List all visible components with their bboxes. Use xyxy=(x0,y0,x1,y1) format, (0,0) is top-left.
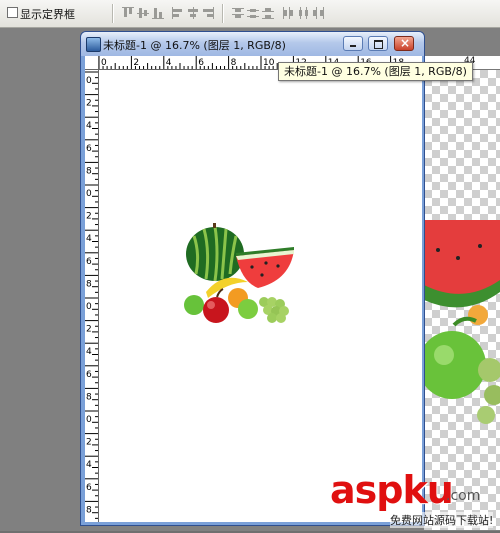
site-watermark: aspku .com 免费网站源码下载站! xyxy=(330,468,500,531)
restore-button[interactable] xyxy=(368,36,388,51)
options-bar: 显示定界框 xyxy=(0,0,500,28)
ruler-label: 4 xyxy=(86,460,92,470)
watermark-tagline: 免费网站源码下载站! xyxy=(390,512,494,528)
ruler-label: 2 xyxy=(86,99,92,109)
vertical-ruler[interactable]: 0 2 4 6 8 0 2 4 6 8 0 2 4 6 8 0 2 4 6 8 xyxy=(85,70,99,522)
document-title-tooltip: 未标题-1 @ 16.7% (图层 1, RGB/8) xyxy=(278,62,473,81)
horizontal-centers-icon[interactable] xyxy=(187,7,199,19)
ruler-label: 8 xyxy=(86,392,92,402)
ruler-label: 2 xyxy=(133,58,139,68)
ruler-label: 10 xyxy=(263,58,275,68)
document-title: 未标题-1 @ 16.7% (图层 1, RGB/8) xyxy=(103,39,286,52)
vertical-ruler-ticks: 0 2 4 6 8 0 2 4 6 8 0 2 4 6 8 0 2 4 6 8 xyxy=(85,71,98,519)
right-edges-icon[interactable] xyxy=(202,7,214,19)
ruler-label: 0 xyxy=(86,76,92,86)
document-icon xyxy=(86,37,101,52)
distribute-right-icon[interactable] xyxy=(312,7,324,19)
ruler-label: 2 xyxy=(86,212,92,222)
ruler-label: 4 xyxy=(166,58,172,68)
watermark-brand: aspku xyxy=(330,468,454,512)
ruler-label: 0 xyxy=(86,189,92,199)
distribute-bottom-icon[interactable] xyxy=(262,7,274,19)
toolbar-separator xyxy=(222,4,224,23)
ruler-label: 6 xyxy=(86,257,92,267)
close-icon: × xyxy=(400,36,411,50)
ruler-label: 0 xyxy=(86,302,92,312)
left-edges-icon[interactable] xyxy=(172,7,184,19)
document-title-bar[interactable]: 未标题-1 @ 16.7% (图层 1, RGB/8) × xyxy=(81,32,424,56)
ruler-label: 4 xyxy=(86,347,92,357)
ruler-label: 8 xyxy=(86,166,92,176)
ruler-label: 0 xyxy=(101,58,107,68)
background-document-canvas[interactable] xyxy=(418,70,500,530)
top-edges-icon[interactable] xyxy=(122,7,134,19)
toolbar-separator xyxy=(112,4,114,23)
ruler-label: 8 xyxy=(86,505,92,515)
ruler-label: 2 xyxy=(86,325,92,335)
document-canvas[interactable] xyxy=(99,70,422,522)
show-bounds-checkbox[interactable] xyxy=(7,7,18,18)
distribute-hcenter-icon[interactable] xyxy=(297,7,309,19)
minimize-button[interactable] xyxy=(343,36,363,51)
ruler-label: 6 xyxy=(86,483,92,493)
ruler-corner[interactable] xyxy=(85,56,99,70)
document-window[interactable]: 未标题-1 @ 16.7% (图层 1, RGB/8) × 0246810121… xyxy=(80,31,425,526)
ruler-label: 8 xyxy=(86,279,92,289)
ruler-label: 6 xyxy=(86,144,92,154)
ruler-label: 2 xyxy=(86,438,92,448)
vertical-centers-icon[interactable] xyxy=(137,7,149,19)
ruler-label: 4 xyxy=(86,121,92,131)
ruler-label: 0 xyxy=(86,415,92,425)
distribute-left-icon[interactable] xyxy=(282,7,294,19)
distribute-vcenter-icon[interactable] xyxy=(247,7,259,19)
fruit-image-layer xyxy=(184,223,294,323)
distribute-top-icon[interactable] xyxy=(232,7,244,19)
ruler-label: 4 xyxy=(86,234,92,244)
ruler-label: 8 xyxy=(231,58,237,68)
show-bounds-label: 显示定界框 xyxy=(20,8,75,21)
ruler-label: 6 xyxy=(86,370,92,380)
fruit-image-layer xyxy=(418,220,500,424)
watermark-suffix: .com xyxy=(446,488,481,504)
close-button[interactable]: × xyxy=(394,36,414,51)
ruler-label: 6 xyxy=(198,58,204,68)
bottom-edges-icon[interactable] xyxy=(152,7,164,19)
